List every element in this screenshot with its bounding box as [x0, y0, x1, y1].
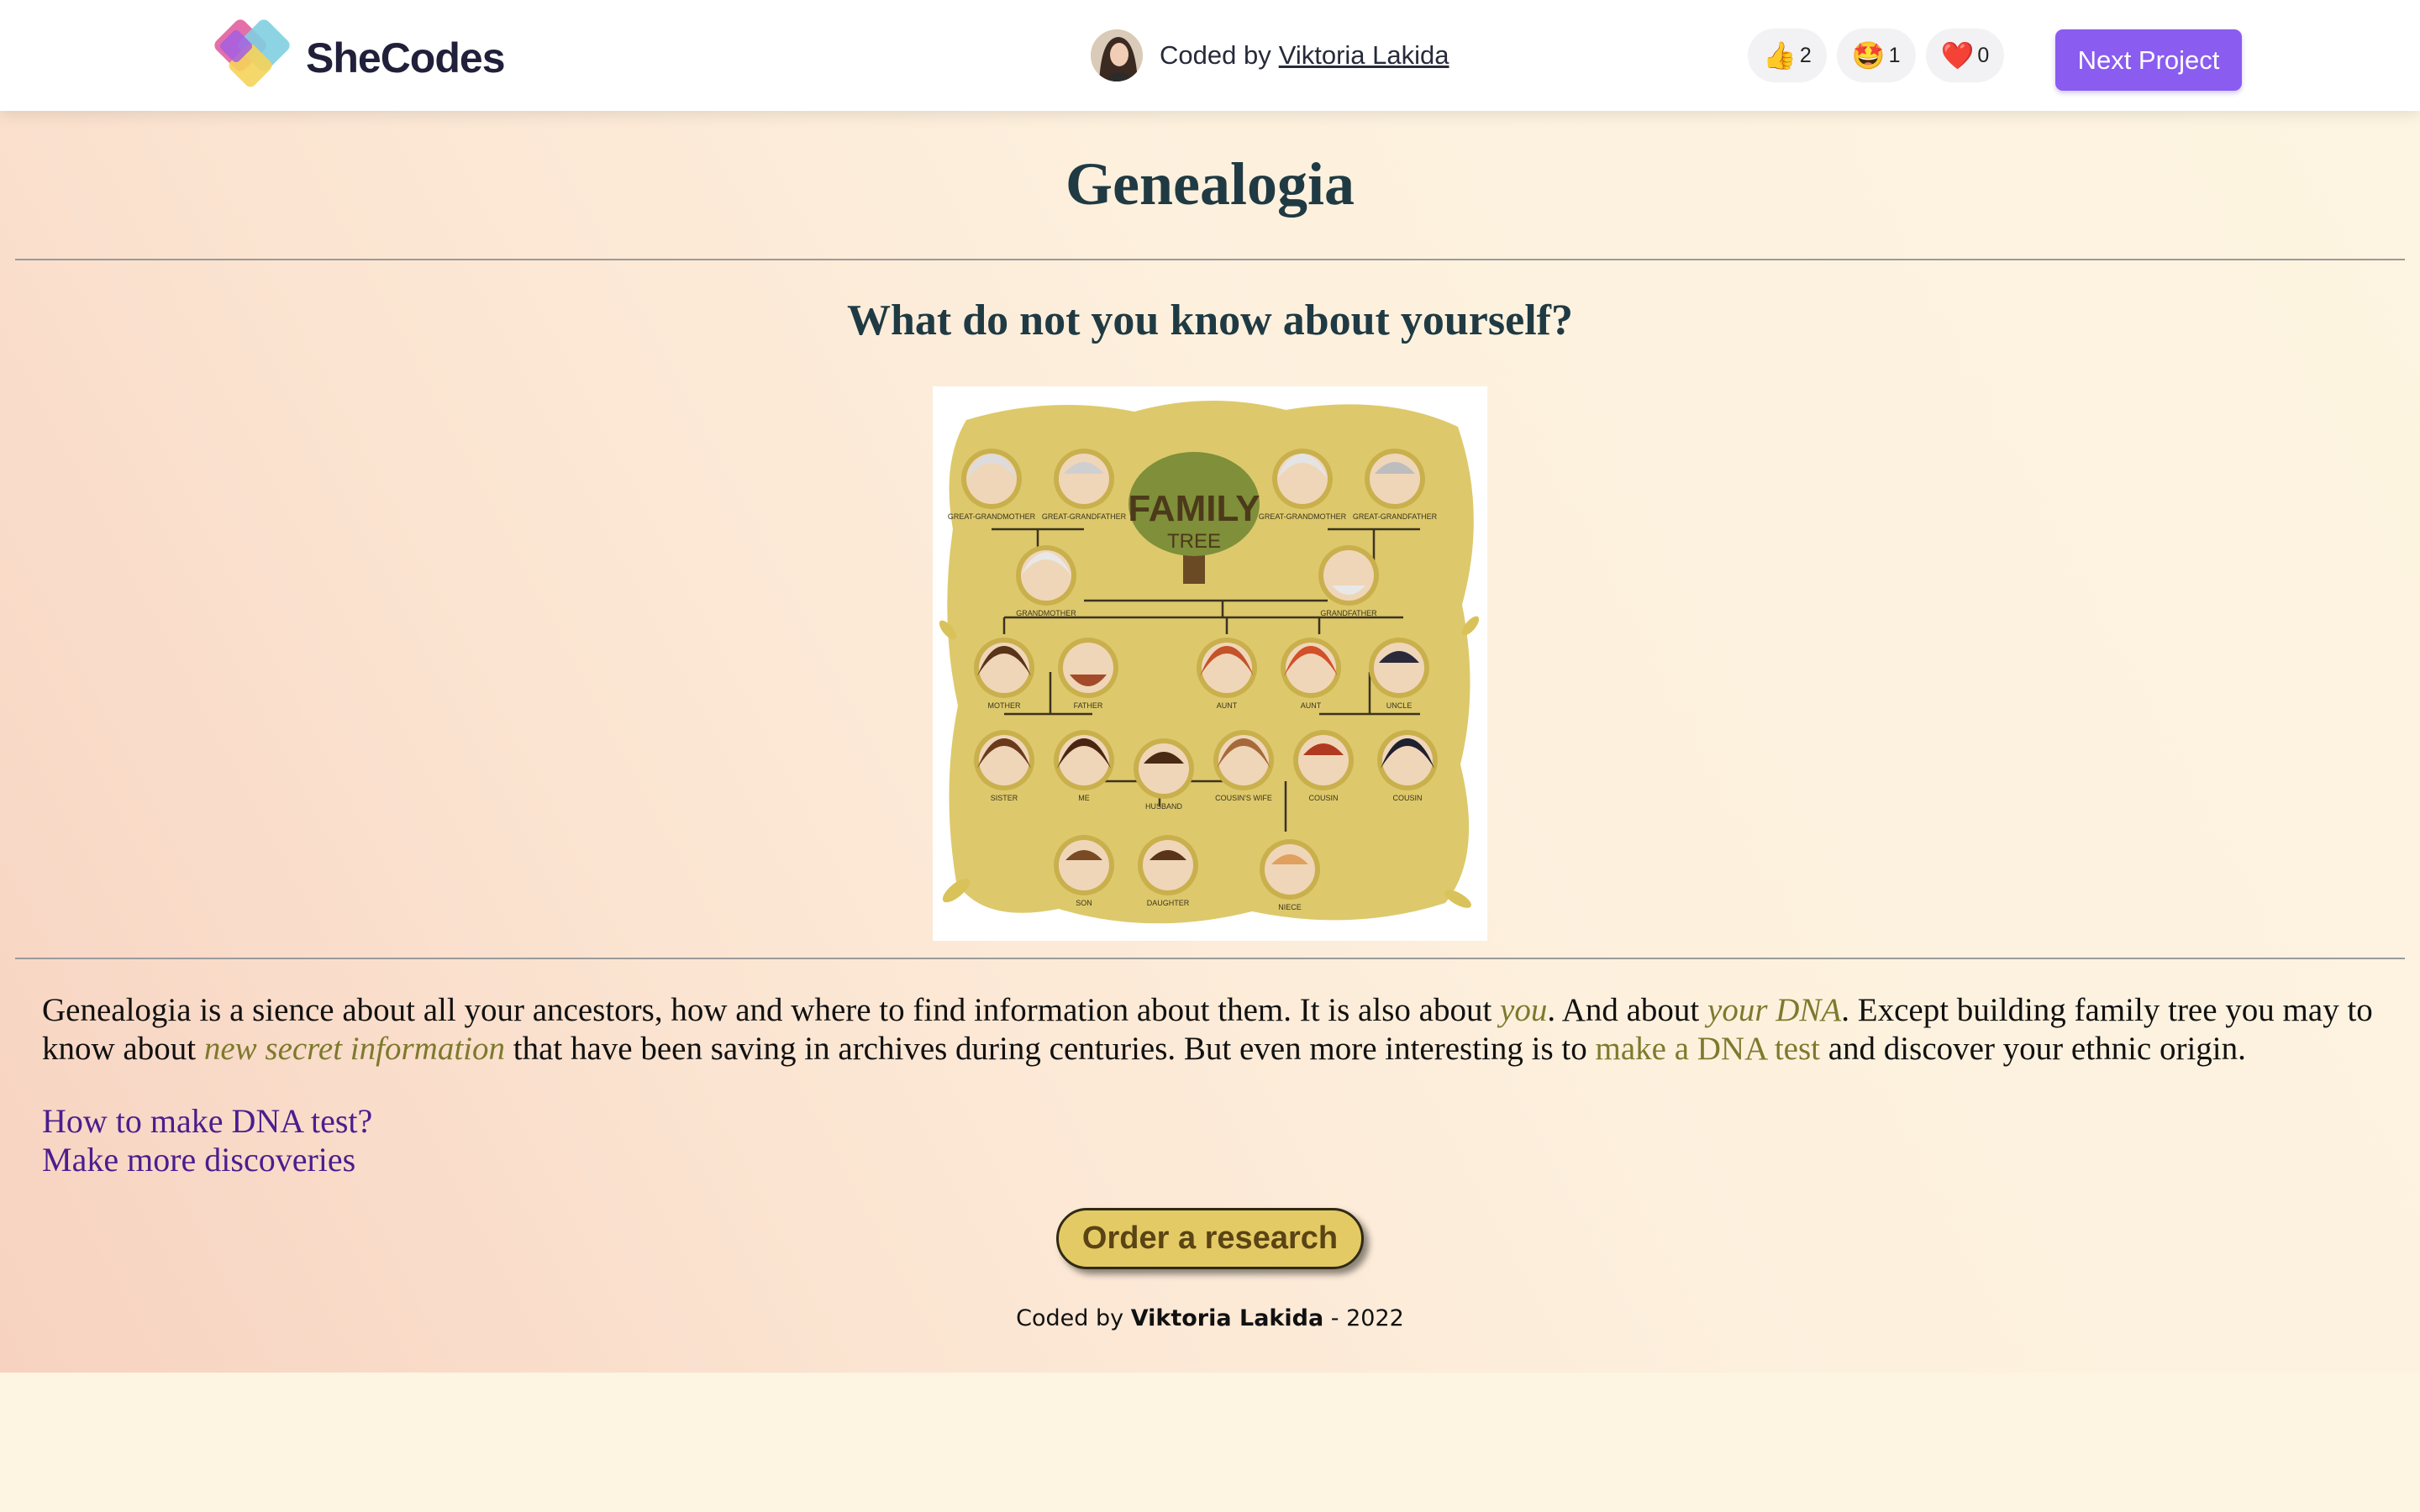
- page-content: Genealogia What do not you know about yo…: [0, 111, 2420, 1373]
- paragraph-text: and discover your ethnic origin.: [1820, 1031, 2246, 1067]
- reaction-count: 2: [1799, 43, 1812, 67]
- shecodes-logo[interactable]: SheCodes: [212, 15, 531, 96]
- footer: Coded by Viktoria Lakida - 2022: [0, 1305, 2420, 1331]
- family-tree-image: FAMILY TREE GREAT-GRANDMOTHER GREAT-GRAN…: [933, 386, 1487, 941]
- tree-label: GRANDFATHER: [1320, 609, 1377, 617]
- coded-by-label: Coded by: [1160, 40, 1271, 70]
- tree-label: COUSIN: [1308, 794, 1338, 802]
- tree-label: COUSIN: [1392, 794, 1422, 802]
- tree-label: ME: [1078, 794, 1090, 802]
- tree-label: GREAT-GRANDFATHER: [1042, 512, 1127, 521]
- heart-icon: ❤️: [1940, 40, 1975, 71]
- dna-test-link[interactable]: How to make DNA test?: [42, 1102, 372, 1141]
- tree-label: GREAT-GRANDMOTHER: [1259, 512, 1347, 521]
- tree-label: SON: [1076, 899, 1092, 907]
- page-subtitle: What do not you know about yourself?: [847, 297, 1573, 344]
- next-project-button[interactable]: Next Project: [2055, 29, 2242, 91]
- shecodes-logo-icon: [214, 19, 290, 87]
- reaction-star-struck[interactable]: 🤩 1: [1836, 29, 1916, 82]
- reactions: 👍 2 🤩 1 ❤️ 0: [1748, 29, 2005, 82]
- tree-label: NIECE: [1278, 903, 1302, 911]
- tree-label: AUNT: [1217, 701, 1238, 710]
- tree-label: UNCLE: [1386, 701, 1413, 710]
- logo-text: SheCodes: [306, 34, 506, 81]
- emphasis-you: you: [1500, 992, 1548, 1028]
- paragraph-text: . And about: [1547, 992, 1708, 1028]
- emphasis-your-dna: your DNA: [1707, 992, 1842, 1028]
- tree-label: FATHER: [1074, 701, 1103, 710]
- page-title: Genealogia: [1065, 150, 1355, 218]
- star-struck-icon: 🤩: [1851, 40, 1886, 71]
- author-avatar: [1091, 29, 1143, 81]
- tree-label: AUNT: [1301, 701, 1322, 710]
- paragraph-text: Genealogia is a sience about all your an…: [42, 992, 1501, 1028]
- tree-label: MOTHER: [988, 701, 1021, 710]
- footer-author: Viktoria Lakida: [1130, 1305, 1324, 1331]
- reaction-count: 1: [1888, 43, 1901, 67]
- thumbs-up-icon: 👍: [1763, 40, 1797, 71]
- tree-banner-sub: TREE: [1167, 530, 1221, 553]
- discoveries-link[interactable]: Make more discoveries: [42, 1141, 372, 1179]
- footer-suffix: - 2022: [1323, 1305, 1404, 1331]
- tree-label: DAUGHTER: [1147, 899, 1190, 907]
- tree-label: GRANDMOTHER: [1016, 609, 1076, 617]
- tree-banner: FAMILY: [1128, 488, 1260, 529]
- tree-label: SISTER: [991, 794, 1018, 802]
- tree-label: GREAT-GRANDFATHER: [1353, 512, 1438, 521]
- tree-label: COUSIN'S WIFE: [1215, 794, 1272, 802]
- reaction-thumbs-up[interactable]: 👍 2: [1748, 29, 1827, 82]
- paragraph-text: that have been saving in archives during…: [505, 1031, 1596, 1067]
- emphasis-secret-info: new secret information: [203, 1031, 505, 1067]
- tree-label: HUSBAND: [1145, 802, 1183, 811]
- intro-paragraph: Genealogia is a sience about all your an…: [42, 991, 2386, 1068]
- author-info: Coded by Viktoria Lakida: [1091, 29, 1449, 82]
- reaction-count: 0: [1977, 43, 1990, 67]
- divider: [15, 259, 2405, 260]
- order-research-button[interactable]: Order a research: [1056, 1208, 1364, 1269]
- divider: [15, 958, 2405, 959]
- reaction-heart[interactable]: ❤️ 0: [1925, 29, 2005, 82]
- make-dna-test-link[interactable]: make a DNA test: [1595, 1031, 1820, 1067]
- footer-prefix: Coded by: [1016, 1305, 1131, 1331]
- page-bottom: [0, 1373, 2420, 1512]
- link-list: How to make DNA test? Make more discover…: [42, 1102, 372, 1179]
- author-link[interactable]: Viktoria Lakida: [1279, 40, 1449, 71]
- top-bar: SheCodes Coded by Viktoria Lakida 👍 2 🤩 …: [0, 0, 2420, 111]
- tree-label: GREAT-GRANDMOTHER: [948, 512, 1036, 521]
